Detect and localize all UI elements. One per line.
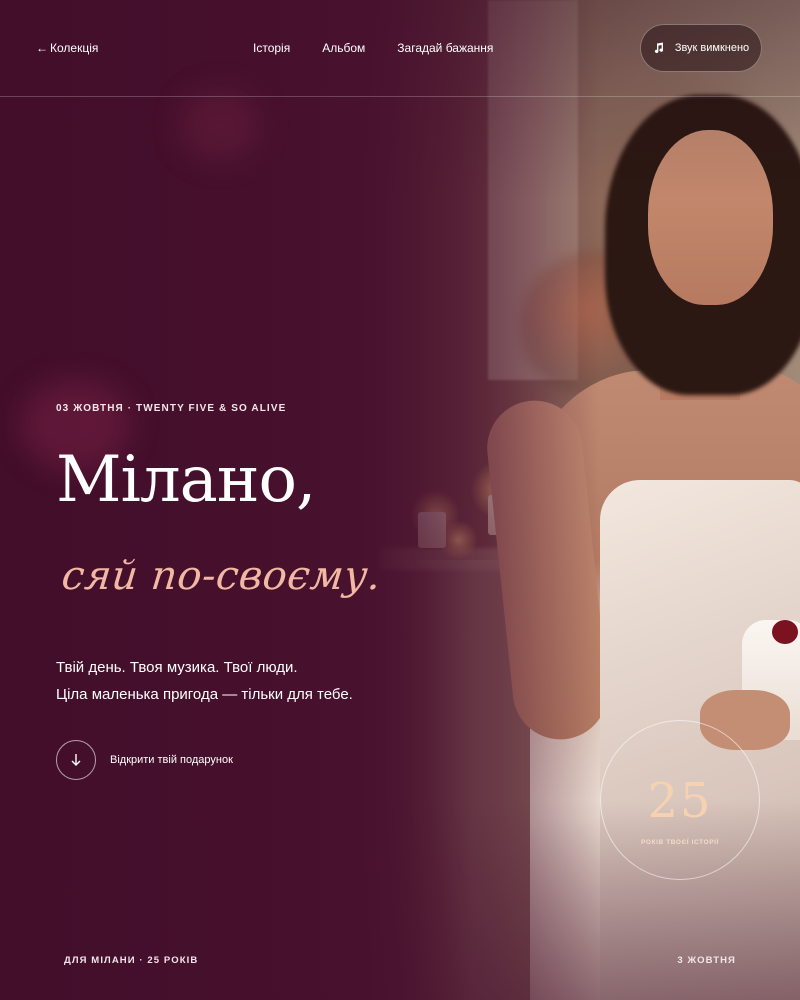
lead-line: Ціла маленька пригода — тільки для тебе. xyxy=(56,686,353,703)
back-link-label: Колекція xyxy=(50,41,99,55)
footer-dedication: ДЛЯ МІЛАНИ · 25 РОКІВ xyxy=(64,955,199,966)
main-nav: Історія Альбом Загадай бажання xyxy=(253,41,493,55)
arrow-left-icon: ← xyxy=(36,41,48,55)
footer-date: 3 ЖОВТНЯ xyxy=(677,955,736,966)
music-note-icon xyxy=(654,42,663,53)
age-number: 25 xyxy=(647,773,713,829)
lead-line: Твій день. Твоя музика. Твої люди. xyxy=(56,659,298,676)
open-gift-button[interactable]: Відкрити твій подарунок xyxy=(56,740,233,780)
date-eyebrow: 03 ЖОВТНЯ · TWENTY FIVE & SO ALIVE xyxy=(56,403,287,414)
lead-text: Твій день. Твоя музика. Твої люди. Ціла … xyxy=(56,654,353,708)
bokeh-light xyxy=(180,90,260,160)
age-badge: 25 РОКІВ ТВОЄЇ ІСТОРІЇ xyxy=(600,720,760,880)
sound-toggle-button[interactable]: Звук вимкнено xyxy=(640,24,762,72)
top-bar: ← Колекція Історія Альбом Загадай бажанн… xyxy=(0,0,800,97)
page-title: Мілано, xyxy=(56,443,316,517)
open-gift-label: Відкрити твій подарунок xyxy=(110,754,233,766)
sound-toggle-label: Звук вимкнено xyxy=(674,42,750,54)
page: ← Колекція Історія Альбом Загадай бажанн… xyxy=(0,0,800,1000)
nav-item-story[interactable]: Історія xyxy=(253,41,290,55)
nav-item-make-a-wish[interactable]: Загадай бажання xyxy=(397,41,493,55)
nav-item-album[interactable]: Альбом xyxy=(322,41,365,55)
page-subtitle: сяй по-своєму. xyxy=(59,553,384,599)
back-to-collection-link[interactable]: ← Колекція xyxy=(36,41,98,55)
age-caption: РОКІВ ТВОЄЇ ІСТОРІЇ xyxy=(641,839,719,846)
arrow-down-icon xyxy=(56,740,96,780)
